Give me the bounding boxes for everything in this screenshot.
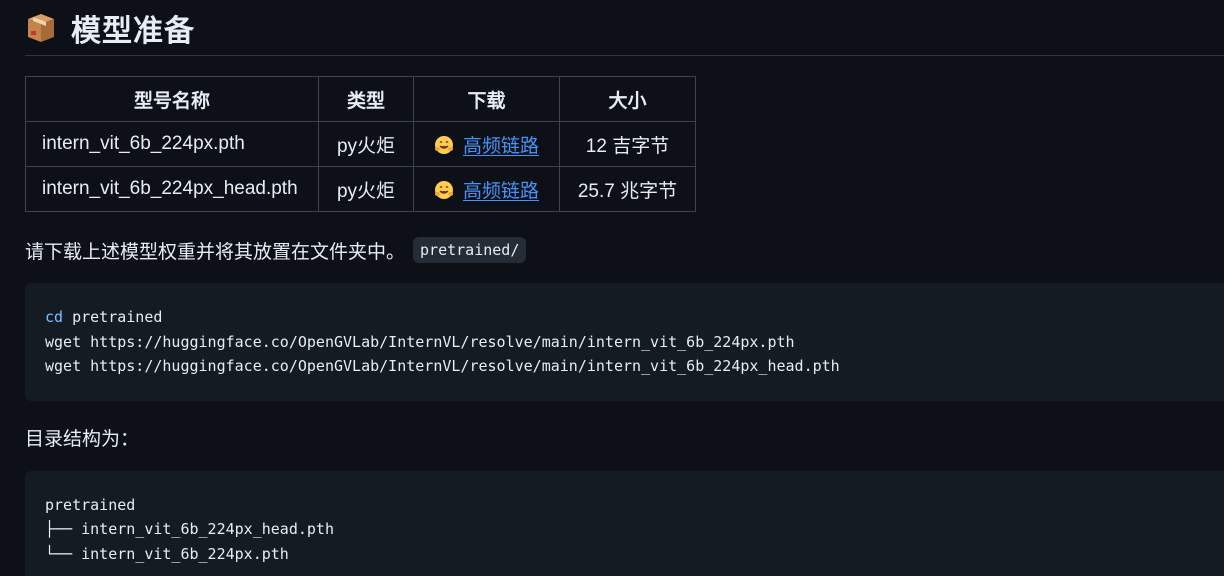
table-row: intern_vit_6b_224px.pth py火炬 高频链路 12 吉字节: [25, 121, 696, 167]
download-cell: 高频链路: [413, 166, 560, 212]
table-row: intern_vit_6b_224px_head.pth py火炬 高频链路 2…: [25, 166, 696, 212]
download-cell: 高频链路: [413, 121, 560, 167]
table-header-row: 型号名称 类型 下载 大小: [25, 76, 696, 122]
instruction-text: 请下载上述模型权重并将其放置在文件夹中。: [25, 241, 406, 263]
model-size-cell: 25.7 兆字节: [559, 166, 696, 212]
column-header-model-name: 型号名称: [25, 76, 319, 122]
code-line: ├── intern_vit_6b_224px_head.pth: [45, 520, 334, 538]
code-line: pretrained: [45, 495, 136, 514]
model-name-cell: intern_vit_6b_224px_head.pth: [25, 166, 319, 212]
model-name-cell: intern_vit_6b_224px.pth: [25, 121, 319, 167]
section-heading: 模型准备: [25, 0, 1224, 56]
hugging-face-icon: [434, 135, 454, 155]
download-link[interactable]: 高频链路: [463, 136, 539, 157]
code-keyword: cd: [45, 308, 64, 326]
column-header-type: 类型: [318, 76, 414, 122]
package-box-icon: [25, 13, 57, 43]
code-block-download[interactable]: cd pretrained wget https://huggingface.c…: [25, 283, 1224, 401]
model-type-cell: py火炬: [318, 121, 414, 167]
column-header-size: 大小: [559, 76, 696, 122]
model-table: 型号名称 类型 下载 大小 intern_vit_6b_224px.pth py…: [25, 76, 696, 212]
code-line: wget https://huggingface.co/OpenGVLab/In…: [45, 357, 840, 375]
hugging-face-icon: [434, 180, 454, 200]
inline-code-folder: pretrained/: [413, 237, 527, 263]
model-type-cell: py火炬: [318, 166, 414, 212]
column-header-download: 下载: [413, 76, 560, 122]
structure-label: 目录结构为：: [25, 429, 140, 450]
code-block-tree[interactable]: pretrained ├── intern_vit_6b_224px_head.…: [25, 470, 1224, 576]
page-title: 模型准备: [71, 14, 195, 48]
model-size-cell: 12 吉字节: [559, 121, 696, 167]
instruction-paragraph: 请下载上述模型权重并将其放置在文件夹中。 pretrained/: [25, 236, 1224, 264]
download-link[interactable]: 高频链路: [463, 181, 539, 202]
markdown-body: 模型准备 型号名称 类型 下载 大小 intern_vit_6b_224px.p…: [0, 0, 1224, 576]
code-line: wget https://huggingface.co/OpenGVLab/In…: [45, 332, 795, 351]
code-line: └── intern_vit_6b_224px.pth: [45, 544, 289, 563]
code-line: pretrained: [63, 308, 163, 326]
